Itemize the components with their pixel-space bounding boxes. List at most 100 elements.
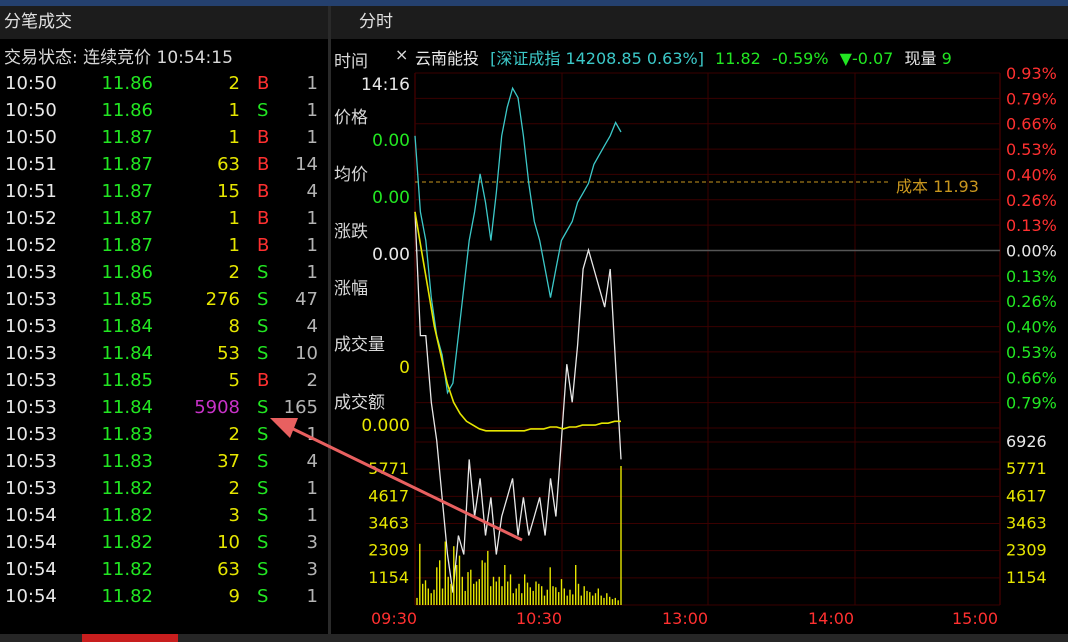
change-label: 涨跌 <box>334 222 368 242</box>
stock-price-line <box>414 211 622 593</box>
trade-row[interactable]: 10:54 11.82 9 S 1 <box>0 584 328 611</box>
index-quote[interactable]: [深证成指 14208.85 0.63%] <box>490 49 704 68</box>
pct-tick-label: 0.66% <box>1006 115 1057 134</box>
trade-row[interactable]: 10:53 11.85 5 B 2 <box>0 368 328 395</box>
trade-volume: 3 <box>228 505 240 526</box>
trade-side: S <box>257 505 269 526</box>
panel-divider[interactable] <box>328 6 331 642</box>
trade-row[interactable]: 10:53 11.84 5908 S 165 <box>0 395 328 422</box>
trade-row[interactable]: 10:51 11.87 63 B 14 <box>0 152 328 179</box>
trade-row[interactable]: 10:50 11.86 1 S 1 <box>0 98 328 125</box>
trade-count: 1 <box>306 586 318 607</box>
close-icon[interactable]: × <box>395 45 408 64</box>
trade-price: 11.87 <box>101 208 153 229</box>
pct-tick-label: 0.13% <box>1006 267 1057 286</box>
trade-volume: 5 <box>228 370 240 391</box>
trade-row[interactable]: 10:51 11.87 15 B 4 <box>0 179 328 206</box>
trade-count: 1 <box>306 127 318 148</box>
trade-time: 10:52 <box>5 235 57 256</box>
stock-name: 云南能投 <box>415 49 480 68</box>
trading-status: 交易状态: 连续竞价 10:54:15 <box>4 48 233 68</box>
time-label: 时间 <box>334 52 368 72</box>
trade-time: 10:50 <box>5 73 57 94</box>
trade-row[interactable]: 10:53 11.82 2 S 1 <box>0 476 328 503</box>
trade-count: 3 <box>306 532 318 553</box>
trade-volume: 63 <box>217 154 240 175</box>
trade-row[interactable]: 10:53 11.84 53 S 10 <box>0 341 328 368</box>
trade-side: B <box>257 235 270 256</box>
bottom-tab-active[interactable] <box>82 634 178 642</box>
trade-volume: 53 <box>217 343 240 364</box>
change-value: 0.00 <box>372 245 410 265</box>
trade-count: 1 <box>306 262 318 283</box>
pct-tick-label: 0.40% <box>1006 318 1057 337</box>
trade-volume: 1 <box>228 127 240 148</box>
amount-label: 成交额 <box>334 393 385 413</box>
trade-price: 11.87 <box>101 235 153 256</box>
volume-label: 成交量 <box>334 335 385 355</box>
trade-side: S <box>257 397 269 418</box>
trade-row[interactable]: 10:52 11.87 1 B 1 <box>0 206 328 233</box>
volume-tick-label: 4617 <box>1006 486 1047 505</box>
trade-side: S <box>257 262 269 283</box>
trade-price: 11.86 <box>101 262 153 283</box>
trade-volume: 2 <box>228 73 240 94</box>
avg-price-label: 均价 <box>334 165 368 185</box>
trade-volume: 10 <box>217 532 240 553</box>
trade-row[interactable]: 10:52 11.87 1 B 1 <box>0 233 328 260</box>
trade-row[interactable]: 10:53 11.84 8 S 4 <box>0 314 328 341</box>
trade-side: S <box>257 316 269 337</box>
volume-tick-label-left: 5771 <box>368 459 409 478</box>
time-axis-label: 09:30 <box>371 609 417 628</box>
trade-volume: 8 <box>228 316 240 337</box>
volume-value: 0 <box>399 358 410 378</box>
trade-time: 10:54 <box>5 505 57 526</box>
trade-count: 3 <box>306 559 318 580</box>
trade-volume: 37 <box>217 451 240 472</box>
trade-price: 11.84 <box>101 397 153 418</box>
trade-side: B <box>257 208 270 229</box>
quote-info-bar: 云南能投 [深证成指 14208.85 0.63%] 11.82 -0.59% … <box>415 45 952 69</box>
volume-tick-label-left: 1154 <box>368 568 409 587</box>
time-axis-label: 13:00 <box>662 609 708 628</box>
trade-side: S <box>257 586 269 607</box>
trade-side: B <box>257 73 270 94</box>
trade-row[interactable]: 10:53 11.86 2 S 1 <box>0 260 328 287</box>
volume-tick-label: 1154 <box>1006 568 1047 587</box>
trade-time: 10:53 <box>5 262 57 283</box>
trade-side: S <box>257 532 269 553</box>
trade-row[interactable]: 10:53 11.83 37 S 4 <box>0 449 328 476</box>
last-pct: -0.59% <box>771 49 829 68</box>
trade-count: 4 <box>306 451 318 472</box>
time-axis-label: 14:00 <box>808 609 854 628</box>
trade-row[interactable]: 10:54 11.82 3 S 1 <box>0 503 328 530</box>
trade-time: 10:50 <box>5 127 57 148</box>
trade-count: 2 <box>306 370 318 391</box>
trade-time: 10:54 <box>5 532 57 553</box>
trade-side: B <box>257 370 270 391</box>
intraday-panel-title: 分时 <box>331 6 1068 39</box>
trade-row[interactable]: 10:50 11.87 1 B 1 <box>0 125 328 152</box>
avg-price-line <box>414 211 621 432</box>
trade-price: 11.82 <box>101 586 153 607</box>
trade-side: B <box>257 127 270 148</box>
trade-list[interactable]: 10:50 11.86 2 B 1 10:50 11.86 1 S 1 10:50 11.87 1 B 1 1… <box>0 71 328 611</box>
trade-count: 10 <box>295 343 318 364</box>
trade-time: 10:53 <box>5 316 57 337</box>
trade-row[interactable]: 10:50 11.86 2 B 1 <box>0 71 328 98</box>
pct-tick-label: 0.26% <box>1006 292 1057 311</box>
trade-row[interactable]: 10:54 11.82 63 S 3 <box>0 557 328 584</box>
trade-count: 1 <box>306 424 318 445</box>
trade-price: 11.84 <box>101 316 153 337</box>
trade-volume: 1 <box>228 208 240 229</box>
trade-side: S <box>257 478 269 499</box>
trade-time: 10:53 <box>5 289 57 310</box>
trade-price: 11.82 <box>101 559 153 580</box>
trade-count: 1 <box>306 208 318 229</box>
trade-row[interactable]: 10:54 11.82 10 S 3 <box>0 530 328 557</box>
trade-row[interactable]: 10:53 11.83 2 S 1 <box>0 422 328 449</box>
trade-row[interactable]: 10:53 11.85 276 S 47 <box>0 287 328 314</box>
trade-count: 47 <box>295 289 318 310</box>
volume-tick-label-left: 3463 <box>368 514 409 533</box>
trade-count: 1 <box>306 505 318 526</box>
